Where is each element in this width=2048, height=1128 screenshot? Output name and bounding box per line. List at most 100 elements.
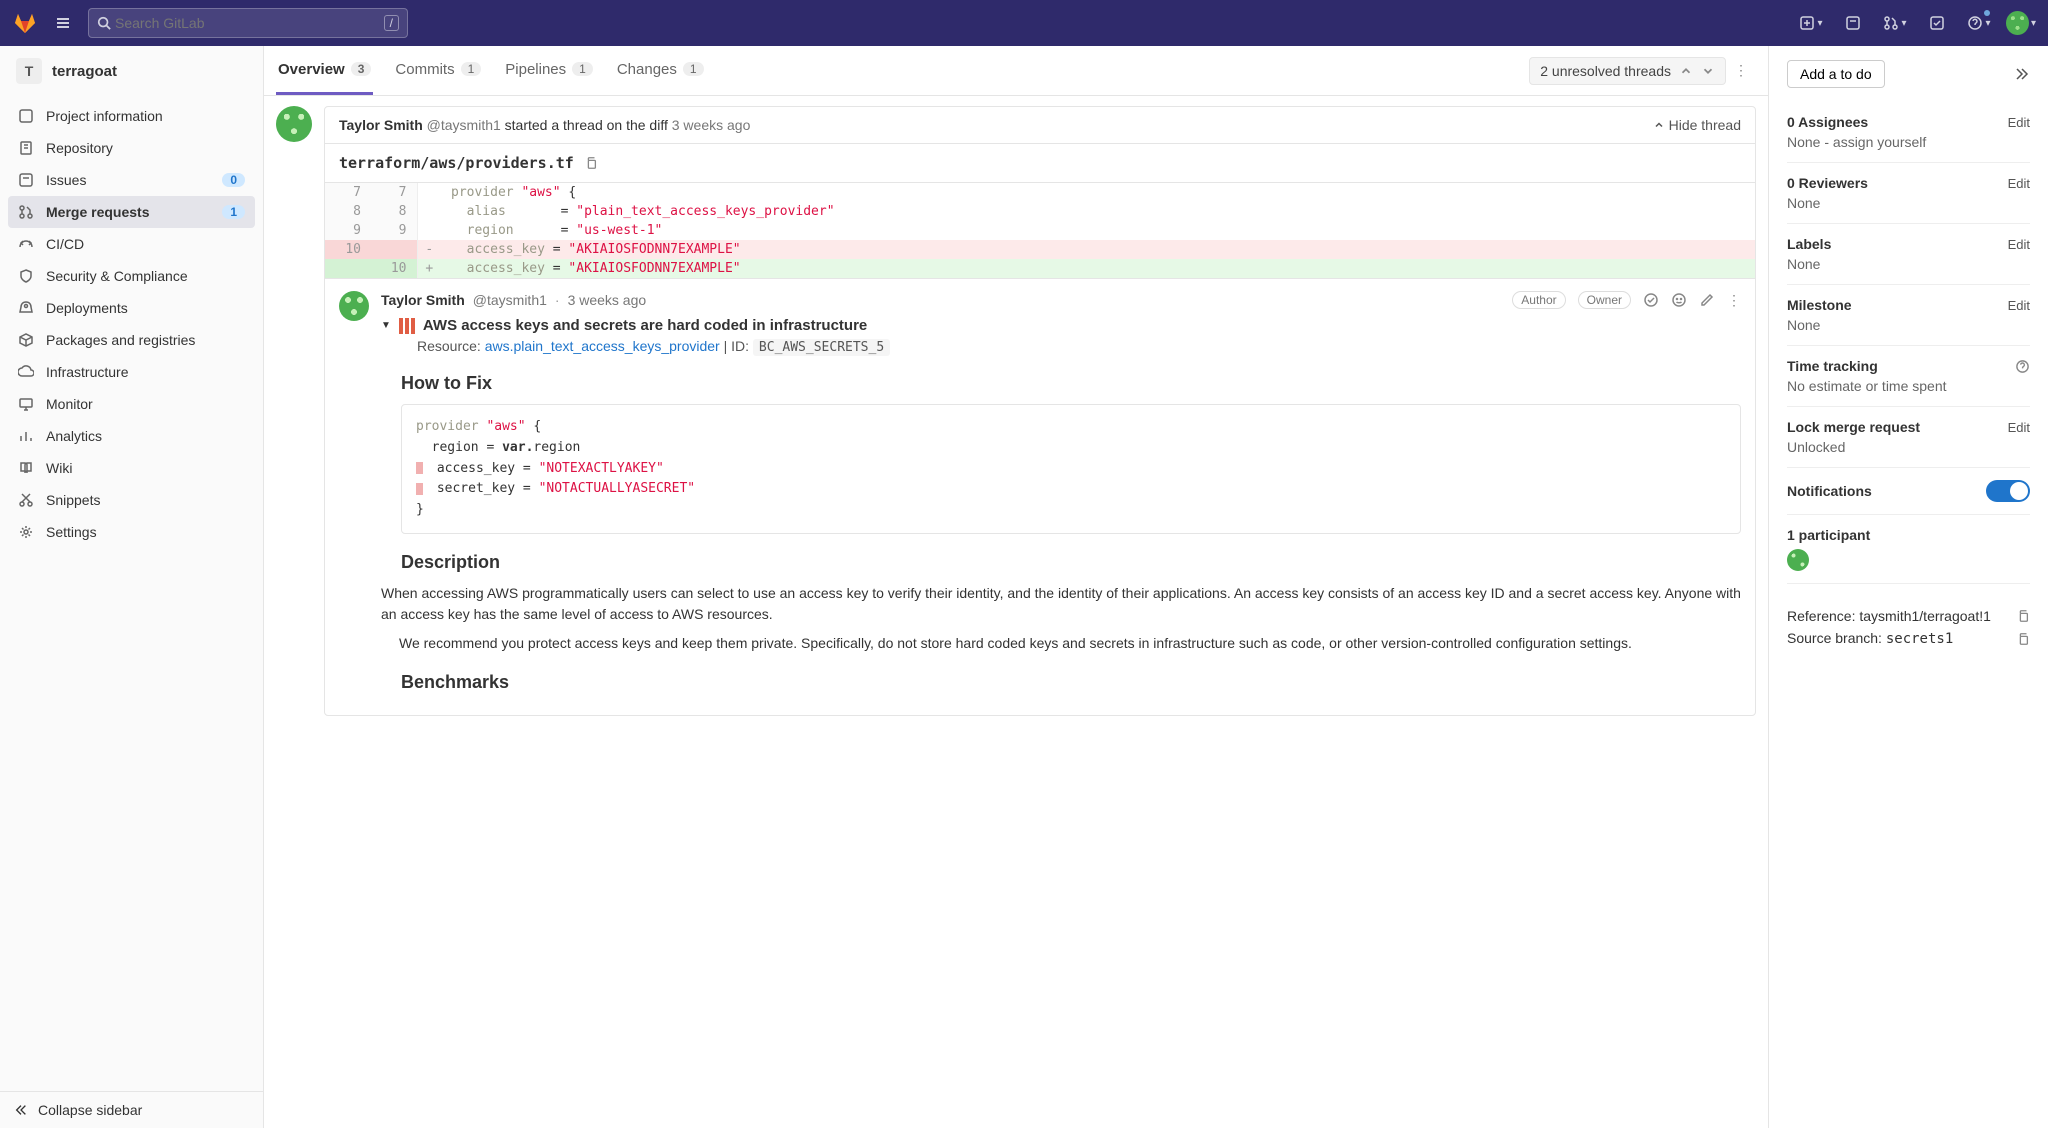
copy-path-icon[interactable] — [584, 156, 598, 170]
collapse-sidebar-icon[interactable] — [2014, 66, 2030, 82]
more-icon[interactable]: ⋮ — [1727, 292, 1741, 309]
diff-row-deleted: 10- access_key = "AKIAIOSFODNN7EXAMPLE" — [325, 240, 1755, 259]
reviewers-title: 0 Reviewers — [1787, 175, 1868, 191]
user-name[interactable]: Taylor Smith — [381, 292, 465, 308]
reference-label: Reference: — [1787, 608, 1859, 624]
milestone-value: None — [1787, 317, 2030, 333]
mr-actions-menu[interactable]: ⋮ — [1726, 62, 1756, 79]
copy-reference-icon[interactable] — [2016, 609, 2030, 623]
sidebar-item-label: Merge requests — [46, 204, 210, 220]
sidebar-item-security[interactable]: Security & Compliance — [8, 260, 255, 292]
check-id: BC_AWS_SECRETS_5 — [753, 339, 890, 356]
help-icon[interactable] — [1964, 8, 1994, 38]
help-icon[interactable] — [2015, 359, 2030, 374]
comment-author-avatar[interactable] — [339, 291, 369, 321]
global-search[interactable]: / — [88, 8, 408, 38]
assignees-value[interactable]: None - assign yourself — [1787, 134, 2030, 150]
sidebar-item-deployments[interactable]: Deployments — [8, 292, 255, 324]
collapse-sidebar-button[interactable]: Collapse sidebar — [0, 1091, 263, 1128]
sidebar-item-analytics[interactable]: Analytics — [8, 420, 255, 452]
issues-icon[interactable] — [1838, 8, 1868, 38]
diff-row-added: 10+ access_key = "AKIAIOSFODNN7EXAMPLE" — [325, 259, 1755, 278]
sidebar-item-repository[interactable]: Repository — [8, 132, 255, 164]
hide-thread-button[interactable]: Hide thread — [1653, 117, 1741, 133]
project-name: terragoat — [52, 63, 117, 80]
user-avatar — [2006, 11, 2029, 35]
thread-prev-icon[interactable] — [1679, 64, 1693, 78]
copy-branch-icon[interactable] — [2016, 632, 2030, 646]
todos-icon[interactable] — [1922, 8, 1952, 38]
gitlab-logo[interactable] — [12, 10, 38, 36]
topbar: / — [0, 0, 2048, 46]
project-badge: T — [16, 58, 42, 84]
menu-icon[interactable] — [48, 8, 78, 38]
description-paragraph: When accessing AWS programmatically user… — [381, 583, 1741, 625]
sidebar-item-packages[interactable]: Packages and registries — [8, 324, 255, 356]
thread-card: Taylor Smith @taysmith1 started a thread… — [324, 106, 1756, 716]
count-pill: 1 — [572, 62, 593, 76]
sidebar-item-snippets[interactable]: Snippets — [8, 484, 255, 516]
sidebar-item-cicd[interactable]: CI/CD — [8, 228, 255, 260]
notifications-title: Notifications — [1787, 483, 1872, 499]
sidebar-item-wiki[interactable]: Wiki — [8, 452, 255, 484]
thread-comment: Taylor Smith @taysmith1 · 3 weeks ago Au… — [325, 278, 1755, 715]
thread-meta: Taylor Smith @taysmith1 started a thread… — [339, 117, 1653, 133]
add-todo-button[interactable]: Add a to do — [1787, 60, 1885, 88]
resolve-icon[interactable] — [1643, 292, 1659, 308]
assignees-title: 0 Assignees — [1787, 114, 1868, 130]
tab-changes[interactable]: Changes1 — [615, 47, 706, 95]
thread-author-avatar[interactable] — [276, 106, 312, 142]
search-icon — [97, 16, 111, 30]
sidebar-item-monitor[interactable]: Monitor — [8, 388, 255, 420]
diff-file-path[interactable]: terraform/aws/providers.tf — [339, 154, 574, 172]
time-tracking-title: Time tracking — [1787, 358, 1878, 374]
sidebar-item-issues[interactable]: Issues0 — [8, 164, 255, 196]
user-menu[interactable] — [2006, 8, 2036, 38]
tab-overview[interactable]: Overview3 — [276, 47, 373, 95]
howto-heading: How to Fix — [401, 373, 1741, 394]
edit-reviewers[interactable]: Edit — [2008, 176, 2030, 191]
sidebar-item-settings[interactable]: Settings — [8, 516, 255, 548]
count-pill: 1 — [683, 62, 704, 76]
notifications-toggle[interactable] — [1986, 480, 2030, 502]
role-owner: Owner — [1578, 291, 1631, 309]
participant-avatar[interactable] — [1787, 549, 1809, 571]
tab-pipelines[interactable]: Pipelines 1 — [503, 47, 595, 95]
create-new-icon[interactable] — [1796, 8, 1826, 38]
collapse-triangle-icon[interactable]: ▼ — [381, 320, 391, 331]
tab-label: Pipelines — [505, 61, 566, 78]
project-header[interactable]: T terragoat — [0, 46, 263, 96]
diff-minus-icon — [416, 462, 423, 474]
diff-table: 77provider "aws" { 88 alias = "plain_tex… — [325, 183, 1755, 278]
user-handle[interactable]: @taysmith1 — [473, 292, 547, 308]
threads-label: 2 unresolved threads — [1540, 63, 1671, 79]
tab-commits[interactable]: Commits1 — [393, 47, 483, 95]
sidebar-item-label: Wiki — [46, 460, 245, 476]
user-handle[interactable]: @taysmith1 — [427, 117, 501, 133]
description-paragraph: We recommend you protect access keys and… — [399, 633, 1741, 654]
benchmarks-heading: Benchmarks — [401, 672, 1741, 693]
thread-next-icon[interactable] — [1701, 64, 1715, 78]
emoji-icon[interactable] — [1671, 292, 1687, 308]
count-pill: 1 — [461, 62, 482, 76]
tab-label: Overview — [278, 61, 345, 78]
edit-labels[interactable]: Edit — [2008, 237, 2030, 252]
sidebar-item-project-info[interactable]: Project information — [8, 100, 255, 132]
sidebar-item-label: Infrastructure — [46, 364, 245, 380]
search-input[interactable] — [111, 11, 384, 35]
count-badge: 0 — [222, 173, 245, 187]
thread-action: started a thread on the diff — [505, 117, 668, 133]
reviewers-value: None — [1787, 195, 2030, 211]
resource-link[interactable]: aws.plain_text_access_keys_provider — [485, 338, 720, 354]
user-name[interactable]: Taylor Smith — [339, 117, 423, 133]
sidebar-item-infrastructure[interactable]: Infrastructure — [8, 356, 255, 388]
edit-lock[interactable]: Edit — [2008, 420, 2030, 435]
sidebar-item-label: Monitor — [46, 396, 245, 412]
edit-milestone[interactable]: Edit — [2008, 298, 2030, 313]
edit-assignees[interactable]: Edit — [2008, 115, 2030, 130]
sidebar-item-merge-requests[interactable]: Merge requests1 — [8, 196, 255, 228]
sidebar-item-label: CI/CD — [46, 236, 245, 252]
sidebar-item-label: Project information — [46, 108, 245, 124]
edit-icon[interactable] — [1699, 292, 1715, 308]
merge-requests-icon[interactable] — [1880, 8, 1910, 38]
